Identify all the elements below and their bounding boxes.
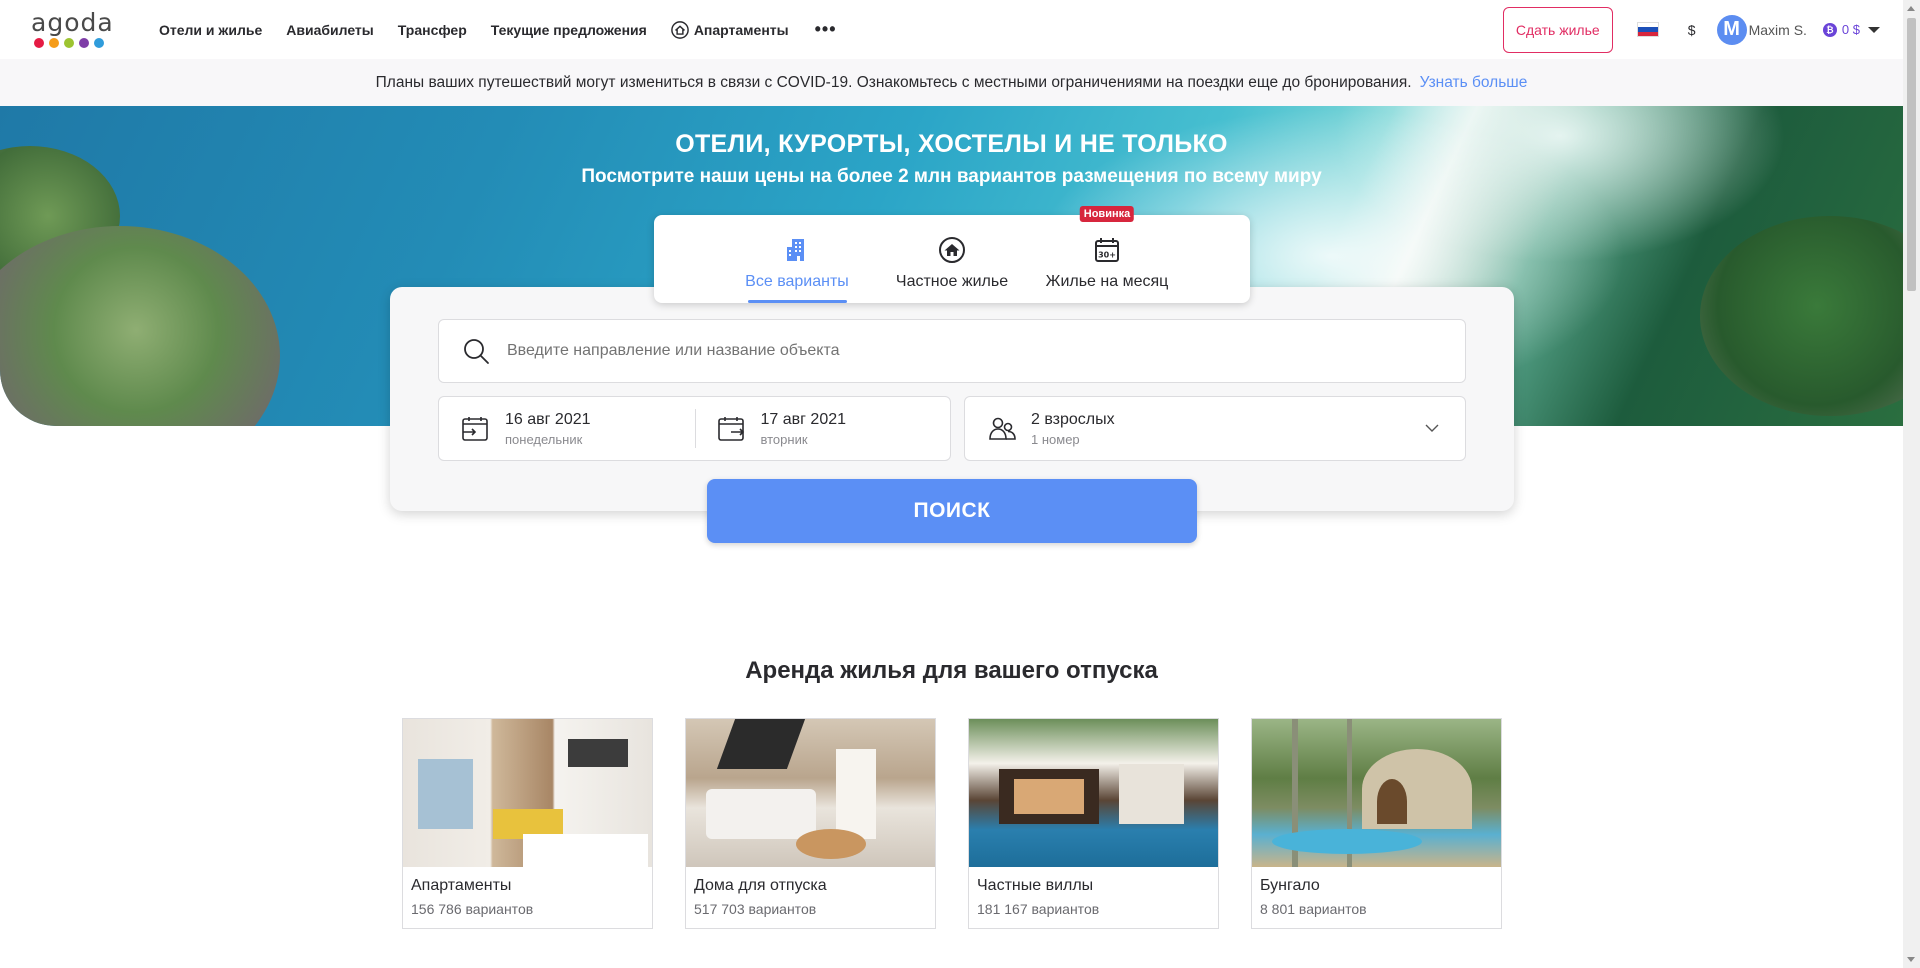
date-range-field: 16 авг 2021 понедельник 17 авг 2021 втор…: [438, 396, 951, 461]
card-private-villas[interactable]: Частные виллы 181 167 вариантов: [968, 718, 1219, 929]
top-navigation: agoda Отели и жилье Авиабилеты Трансфер …: [0, 0, 1900, 59]
scroll-up-arrow-icon[interactable]: [1907, 6, 1915, 11]
scroll-down-arrow-icon[interactable]: [1907, 957, 1915, 962]
card-apartments-title: Апартаменты: [411, 877, 512, 894]
flag-ru-icon[interactable]: [1636, 22, 1659, 37]
card-apartments-image: [403, 719, 652, 867]
page-scrollbar[interactable]: [1903, 0, 1920, 968]
nav-hotels-label: Отели и жилье: [159, 21, 263, 38]
checkout-weekday: вторник: [760, 431, 808, 447]
calendar-30-icon: 30+: [1095, 238, 1119, 262]
nav-transfer[interactable]: Трансфер: [398, 22, 467, 38]
nav-right: Сдать жилье $ M Maxim S. ₿ 0 $: [1502, 0, 1880, 59]
currency-selector[interactable]: $: [1688, 22, 1696, 38]
checkin-weekday: понедельник: [505, 431, 583, 447]
covid-banner-text: Планы ваших путешествий могут измениться…: [375, 73, 1412, 91]
nav-hotels[interactable]: Отели и жилье: [159, 22, 262, 38]
nav-transfer-label: Трансфер: [397, 21, 467, 38]
checkin-date-value: 16 авг 2021: [505, 410, 591, 428]
home-icon: [670, 20, 689, 39]
nav-deals[interactable]: Текущие предложения: [491, 22, 647, 38]
agoda-logo[interactable]: agoda: [31, 8, 114, 52]
card-private-villas-image: [969, 719, 1218, 867]
card-apartments[interactable]: Апартаменты 156 786 вариантов: [402, 718, 653, 929]
card-bungalows[interactable]: Бунгало 8 801 вариантов: [1251, 718, 1502, 929]
more-dots-icon[interactable]: •••: [815, 19, 837, 40]
scroll-thumb[interactable]: [1907, 18, 1916, 291]
tab-private-homes-label: Частное жилье: [895, 273, 1009, 290]
card-bungalows-count: 8 801 вариантов: [1260, 901, 1367, 917]
nav-apartments-label: Апартаменты: [693, 21, 789, 38]
card-bungalows-title: Бунгало: [1260, 877, 1320, 894]
points-icon: ₿: [1822, 22, 1837, 37]
building-icon: [787, 239, 804, 261]
card-private-villas-count: 181 167 вариантов: [977, 901, 1100, 917]
property-type-cards: Апартаменты 156 786 вариантов Дома для о…: [402, 718, 1502, 929]
search-type-tabs: Все варианты Частное жилье Новинка 30+ Ж…: [654, 206, 1250, 303]
tab-all-options[interactable]: Все варианты: [720, 215, 875, 303]
card-private-villas-title: Частные виллы: [977, 877, 1094, 894]
nav-flights[interactable]: Авиабилеты: [286, 22, 374, 38]
tab-monthly-stays[interactable]: Новинка 30+ Жилье на месяц: [1030, 206, 1185, 303]
checkout-date[interactable]: 17 авг 2021 вторник: [694, 397, 951, 460]
card-vacation-homes-title: Дома для отпуска: [694, 877, 827, 894]
nav-flights-label: Авиабилеты: [286, 21, 374, 38]
guests-value: 2 взрослых: [1031, 410, 1115, 428]
rooms-value: 1 номер: [1031, 431, 1080, 447]
learn-more-link[interactable]: Узнать больше: [1420, 74, 1528, 92]
new-badge: Новинка: [1079, 206, 1135, 222]
tab-all-options-label: Все варианты: [745, 273, 849, 290]
card-vacation-homes[interactable]: Дома для отпуска 517 703 вариантов: [685, 718, 936, 929]
search-button[interactable]: ПОИСК: [707, 479, 1197, 543]
tab-monthly-stays-label: Жилье на месяц: [1045, 273, 1169, 290]
list-property-button[interactable]: Сдать жилье: [1502, 6, 1613, 53]
search-panel: 16 авг 2021 понедельник 17 авг 2021 втор…: [390, 287, 1514, 511]
logo-text: agoda: [31, 8, 114, 37]
chevron-down-icon: [1868, 26, 1880, 33]
card-vacation-homes-image: [686, 719, 935, 867]
user-name[interactable]: Maxim S.: [1749, 22, 1807, 38]
user-avatar[interactable]: M: [1716, 14, 1747, 45]
points-balance[interactable]: ₿ 0 $: [1822, 22, 1880, 37]
section-title: Аренда жилья для вашего отпуска: [745, 657, 1158, 684]
card-apartments-count: 156 786 вариантов: [411, 901, 534, 917]
card-vacation-homes-count: 517 703 вариантов: [694, 901, 817, 917]
hero-island-right: [1700, 216, 1903, 416]
hero-island-left: [0, 226, 280, 426]
main-nav: Отели и жилье Авиабилеты Трансфер Текущи…: [159, 0, 837, 59]
search-icon: [464, 339, 489, 364]
chevron-down-icon: [1425, 424, 1439, 432]
checkin-date[interactable]: 16 авг 2021 понедельник: [439, 397, 695, 460]
checkout-date-value: 17 авг 2021: [760, 410, 847, 428]
nav-apartments[interactable]: Апартаменты: [670, 20, 789, 39]
nav-deals-label: Текущие предложения: [490, 21, 647, 38]
logo-dots: [34, 38, 107, 48]
hero-title: ОТЕЛИ, КУРОРТЫ, ХОСТЕЛЫ И НЕ ТОЛЬКО: [675, 130, 1228, 158]
calendar-checkout-icon: [717, 416, 744, 441]
tab-private-homes[interactable]: Частное жилье: [875, 215, 1030, 303]
destination-input[interactable]: [507, 342, 1407, 360]
people-icon: [989, 417, 1016, 440]
points-label: 0 $: [1841, 22, 1860, 37]
svg-text:30+: 30+: [1098, 251, 1116, 260]
hero-subtitle: Посмотрите наши цены на более 2 млн вари…: [581, 166, 1322, 187]
card-bungalows-image: [1252, 719, 1501, 867]
destination-field[interactable]: [438, 319, 1466, 383]
house-icon: [939, 237, 965, 263]
guests-selector[interactable]: 2 взрослых 1 номер: [964, 396, 1466, 461]
calendar-checkin-icon: [462, 416, 488, 441]
covid-banner: Планы ваших путешествий могут измениться…: [0, 59, 1903, 106]
